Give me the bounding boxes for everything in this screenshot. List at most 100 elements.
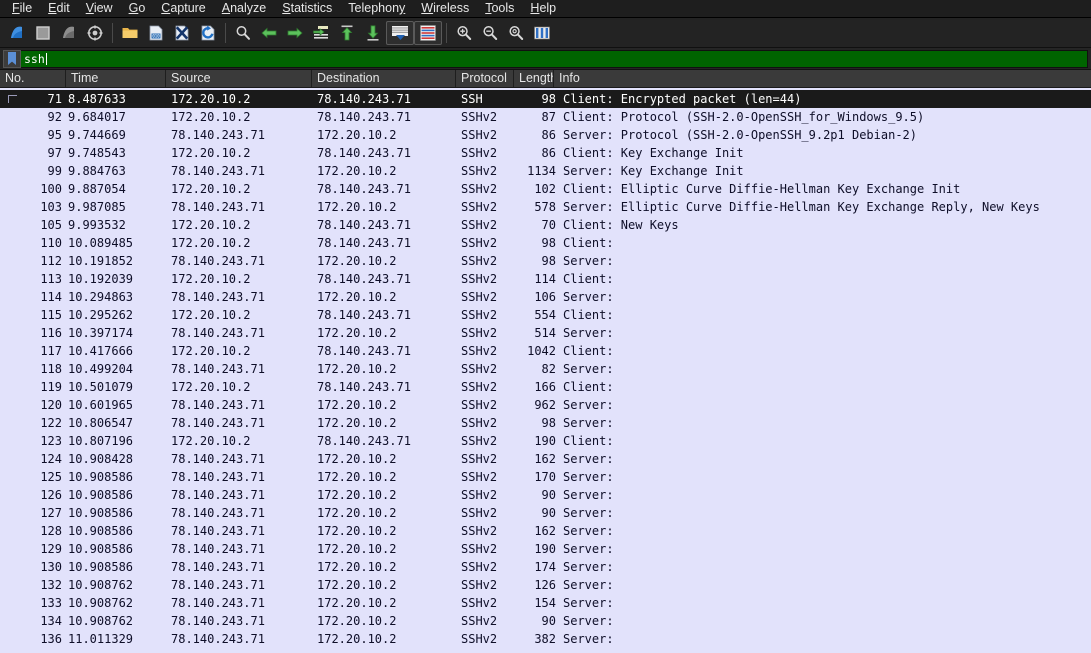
packet-cell-time: 10.191852: [68, 254, 134, 268]
packet-row[interactable]: 125 10.908586 78.140.243.71 172.20.10.2 SSHv…: [0, 468, 1091, 486]
zoom-reset-icon[interactable]: [503, 20, 529, 46]
packet-row[interactable]: 119 10.501079 172.20.10.2 78.140.243.71 SSHv…: [0, 378, 1091, 396]
zoom-in-icon[interactable]: [451, 20, 477, 46]
packet-row[interactable]: 100 9.887054 172.20.10.2 78.140.243.71 SSHv2…: [0, 180, 1091, 198]
packet-cell-len: 106: [534, 290, 556, 304]
packet-row[interactable]: 136 11.011329 78.140.243.71 172.20.10.2 SSHv…: [0, 630, 1091, 648]
packet-cell-src: 172.20.10.2: [171, 344, 251, 358]
packet-row[interactable]: 105 9.993532 172.20.10.2 78.140.243.71 SSHv2…: [0, 216, 1091, 234]
packet-row[interactable]: 132 10.908762 78.140.243.71 172.20.10.2 SSHv…: [0, 576, 1091, 594]
packet-row[interactable]: 103 9.987085 78.140.243.71 172.20.10.2 SSHv2…: [0, 198, 1091, 216]
menu-item-go[interactable]: Go: [121, 0, 154, 17]
go-back-icon[interactable]: [256, 20, 282, 46]
colorize-packets-icon[interactable]: [414, 20, 442, 45]
start-capture-icon[interactable]: [4, 20, 30, 46]
packet-cell-info: Server:: [563, 506, 614, 520]
stop-capture-icon[interactable]: [30, 20, 56, 46]
find-packet-icon[interactable]: [230, 20, 256, 46]
reload-file-icon[interactable]: [195, 20, 221, 46]
column-header-dst[interactable]: Destination: [312, 70, 456, 87]
packet-row[interactable]: 130 10.908586 78.140.243.71 172.20.10.2 SSHv…: [0, 558, 1091, 576]
auto-scroll-icon[interactable]: [386, 20, 414, 45]
packet-cell-num: 134: [40, 614, 62, 628]
packet-row[interactable]: 110 10.089485 172.20.10.2 78.140.243.71 SSHv…: [0, 234, 1091, 252]
resize-columns-icon[interactable]: [529, 20, 555, 46]
packet-row[interactable]: 97 9.748543 172.20.10.2 78.140.243.71 SSHv2 8…: [0, 144, 1091, 162]
packet-cell-time: 10.192039: [68, 272, 134, 286]
menu-item-wireless[interactable]: Wireless: [413, 0, 477, 17]
packet-row[interactable]: 127 10.908586 78.140.243.71 172.20.10.2 SSHv…: [0, 504, 1091, 522]
column-header-proto[interactable]: Protocol: [456, 70, 514, 87]
packet-row[interactable]: 124 10.908428 78.140.243.71 172.20.10.2 SSHv…: [0, 450, 1091, 468]
packet-cell-src: 78.140.243.71: [171, 596, 265, 610]
packet-row[interactable]: 113 10.192039 172.20.10.2 78.140.243.71 SSHv…: [0, 270, 1091, 288]
menu-item-telephony[interactable]: Telephony: [340, 0, 413, 17]
packet-cell-len: 90: [541, 506, 556, 520]
packet-row[interactable]: 126 10.908586 78.140.243.71 172.20.10.2 SSHv…: [0, 486, 1091, 504]
capture-options-icon[interactable]: [82, 20, 108, 46]
column-header-time[interactable]: Time: [66, 70, 166, 87]
go-to-packet-icon[interactable]: [308, 20, 334, 46]
menu-mnemonic: C: [161, 1, 171, 15]
column-header-src[interactable]: Source: [166, 70, 312, 87]
column-header-len[interactable]: Length: [514, 70, 554, 87]
menu-item-edit[interactable]: Edit: [40, 0, 78, 17]
menu-item-view[interactable]: View: [78, 0, 121, 17]
packet-cell-proto: SSHv2: [461, 200, 498, 214]
menu-mnemonic: y: [399, 1, 406, 15]
go-first-packet-icon[interactable]: [334, 20, 360, 46]
column-header-info[interactable]: Info: [554, 70, 1091, 87]
menu-item-capture[interactable]: Capture: [153, 0, 213, 17]
menu-item-help[interactable]: Help: [522, 0, 564, 17]
packet-row[interactable]: 95 9.744669 78.140.243.71 172.20.10.2 SSHv2 8…: [0, 126, 1091, 144]
packet-cell-time: 10.806547: [68, 416, 134, 430]
packet-row[interactable]: 129 10.908586 78.140.243.71 172.20.10.2 SSHv…: [0, 540, 1091, 558]
packet-row[interactable]: 71 8.487633 172.20.10.2 78.140.243.71 SSH 98 C…: [0, 90, 1091, 108]
close-file-icon[interactable]: [169, 20, 195, 46]
packet-cell-len: 1134: [527, 164, 556, 178]
packet-cell-dst: 172.20.10.2: [317, 596, 397, 610]
packet-cell-num: 122: [40, 416, 62, 430]
zoom-out-icon[interactable]: [477, 20, 503, 46]
go-forward-icon[interactable]: [282, 20, 308, 46]
menu-item-analyze[interactable]: Analyze: [214, 0, 274, 17]
menu-item-file[interactable]: File: [4, 0, 40, 17]
packet-cell-time: 10.908586: [68, 488, 134, 502]
packet-row[interactable]: 116 10.397174 78.140.243.71 172.20.10.2 SSHv…: [0, 324, 1091, 342]
packet-cell-dst: 78.140.243.71: [317, 218, 411, 232]
go-last-packet-icon[interactable]: [360, 20, 386, 46]
display-filter-value: ssh: [24, 51, 45, 66]
restart-capture-icon[interactable]: [56, 20, 82, 46]
packet-row[interactable]: 112 10.191852 78.140.243.71 172.20.10.2 SSHv…: [0, 252, 1091, 270]
packet-row[interactable]: 114 10.294863 78.140.243.71 172.20.10.2 SSHv…: [0, 288, 1091, 306]
packet-cell-proto: SSHv2: [461, 488, 498, 502]
menu-item-statistics[interactable]: Statistics: [274, 0, 340, 17]
save-file-icon[interactable]: 010: [143, 20, 169, 46]
packet-row[interactable]: 122 10.806547 78.140.243.71 172.20.10.2 SSHv…: [0, 414, 1091, 432]
packet-cell-info: Client:: [563, 434, 614, 448]
packet-row[interactable]: 120 10.601965 78.140.243.71 172.20.10.2 SSHv…: [0, 396, 1091, 414]
packet-cell-src: 78.140.243.71: [171, 290, 265, 304]
packet-row[interactable]: 92 9.684017 172.20.10.2 78.140.243.71 SSHv2 8…: [0, 108, 1091, 126]
menu-item-tools[interactable]: Tools: [477, 0, 522, 17]
packet-row[interactable]: 115 10.295262 172.20.10.2 78.140.243.71 SSHv…: [0, 306, 1091, 324]
packet-row[interactable]: 117 10.417666 172.20.10.2 78.140.243.71 SSHv…: [0, 342, 1091, 360]
packet-row[interactable]: 123 10.807196 172.20.10.2 78.140.243.71 SSHv…: [0, 432, 1091, 450]
column-header-num[interactable]: No.: [0, 70, 66, 87]
packet-cell-time: 10.908586: [68, 470, 134, 484]
open-file-icon[interactable]: [117, 20, 143, 46]
filter-bookmark-icon[interactable]: [3, 49, 21, 68]
packet-cell-info: Client:: [563, 236, 614, 250]
packet-cell-num: 97: [47, 146, 62, 160]
packet-row[interactable]: 133 10.908762 78.140.243.71 172.20.10.2 SSHv…: [0, 594, 1091, 612]
packet-list[interactable]: 71 8.487633 172.20.10.2 78.140.243.71 SSH 98 C…: [0, 90, 1091, 653]
packet-row[interactable]: 128 10.908586 78.140.243.71 172.20.10.2 SSHv…: [0, 522, 1091, 540]
packet-row[interactable]: 134 10.908762 78.140.243.71 172.20.10.2 SSHv…: [0, 612, 1091, 630]
display-filter-input[interactable]: ssh: [21, 49, 1088, 68]
packet-row[interactable]: 118 10.499204 78.140.243.71 172.20.10.2 SSHv…: [0, 360, 1091, 378]
packet-list-column-header[interactable]: No. Time Source Destination Protocol Length In…: [0, 70, 1091, 88]
packet-cell-info: Server:: [563, 614, 614, 628]
packet-cell-info: Server: Protocol (SSH-2.0-OpenSSH_9.2p1 …: [563, 128, 918, 142]
packet-row[interactable]: 99 9.884763 78.140.243.71 172.20.10.2 SSHv2 1…: [0, 162, 1091, 180]
packet-cell-num: 103: [40, 200, 62, 214]
